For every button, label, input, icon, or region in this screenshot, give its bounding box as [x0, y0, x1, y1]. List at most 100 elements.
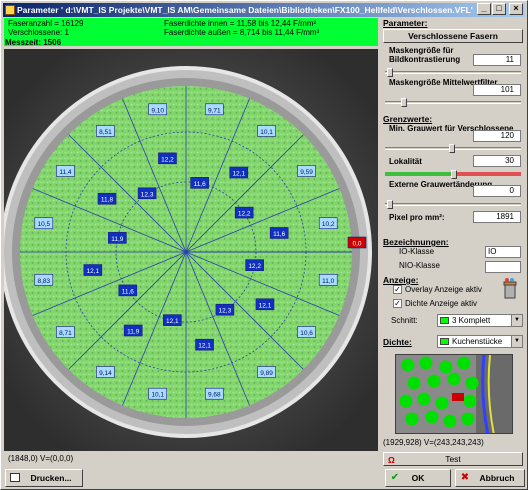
min-gray-input[interactable]: 120: [473, 130, 521, 142]
slider-thumb[interactable]: [387, 200, 393, 209]
density-label: 11,9: [108, 232, 127, 244]
density-label: 10,1: [148, 387, 168, 400]
svg-text:8,71: 8,71: [59, 330, 72, 337]
preview-fiber: [463, 394, 477, 408]
color-swatch: [440, 317, 449, 324]
svg-text:12,2: 12,2: [248, 263, 261, 270]
density-checkbox[interactable]: ✓: [393, 299, 402, 308]
locality-input[interactable]: 30: [473, 155, 521, 167]
cut-label: Schnitt:: [391, 316, 418, 325]
ok-button[interactable]: ✔ OK: [385, 469, 451, 487]
limits-title: Grenzwerte:: [383, 114, 433, 124]
maximize-button[interactable]: □: [492, 3, 506, 15]
density-select[interactable]: Kuchenstücke ▼: [437, 335, 523, 348]
tab-verschlossene-fasern[interactable]: Verschlossene Fasern: [383, 29, 523, 43]
horseshoe-icon: Ω: [388, 455, 395, 465]
slider-thumb[interactable]: [451, 170, 457, 179]
svg-text:9,59: 9,59: [300, 169, 313, 176]
pixel-per-mm-input[interactable]: 1891: [473, 211, 521, 223]
preview-fiber: [399, 394, 413, 408]
density-label: 12,1: [255, 298, 275, 311]
density-outer: Faserdichte außen = 8,714 bis 11,44 F/mm…: [164, 28, 320, 37]
chevron-down-icon[interactable]: ▼: [511, 315, 522, 326]
nio-class-input[interactable]: [485, 261, 521, 273]
cut-select-value: 3 Komplett: [452, 316, 491, 325]
cancel-button[interactable]: ✖ Abbruch: [455, 469, 525, 487]
svg-text:8,83: 8,83: [37, 278, 50, 285]
preview-fiber: [461, 412, 475, 426]
svg-text:11,6: 11,6: [273, 231, 286, 238]
preview-fiber: [427, 374, 441, 388]
test-button[interactable]: Ω Test: [383, 452, 523, 466]
measurement-time: Messzeit: 1506: [5, 38, 62, 47]
locality-label: Lokalität: [389, 157, 422, 166]
density-label: 11,6: [118, 284, 138, 297]
fiber-image-view[interactable]: 9,71 10,1 9,10 9,59 8,51 10,2 11,4 11,0 10,5 10,6…: [4, 49, 378, 451]
density-label: 12,1: [163, 314, 182, 326]
svg-text:12,3: 12,3: [219, 308, 232, 315]
svg-text:11,0: 11,0: [322, 278, 335, 285]
svg-text:10,6: 10,6: [300, 330, 313, 337]
closed-count: Verschlossene: 1: [8, 28, 69, 37]
density-label: 12,1: [195, 338, 214, 351]
density-inner: Faserdichte innen = 11,58 bis 12,44 F/mm…: [164, 19, 317, 28]
density-label: 8,51: [96, 125, 115, 137]
svg-text:12,1: 12,1: [166, 318, 179, 325]
svg-text:8,51: 8,51: [99, 129, 112, 136]
print-button[interactable]: Drucken...: [5, 469, 83, 487]
svg-text:9,68: 9,68: [208, 392, 221, 399]
preview-fiber: [447, 372, 461, 386]
zoom-preview[interactable]: [395, 354, 513, 434]
slider-thumb[interactable]: [401, 98, 407, 107]
density-label: 12,1: [229, 166, 249, 179]
mask-contrast-input[interactable]: 11: [473, 54, 521, 66]
ok-button-label: OK: [411, 473, 425, 483]
print-button-label: Drucken...: [30, 473, 72, 483]
svg-text:11,6: 11,6: [194, 181, 207, 188]
display-title: Anzeige:: [383, 275, 419, 285]
locality-slider[interactable]: [385, 170, 521, 179]
mask-mean-input[interactable]: 101: [473, 84, 521, 96]
cut-select[interactable]: 3 Komplett ▼: [437, 314, 523, 327]
minimize-button[interactable]: _: [477, 3, 491, 15]
preview-coords: (1929,928) V=(243,243,243): [383, 438, 484, 447]
title-bar[interactable]: Parameter ' d:\VMT_IS Projekte\VMT_IS AM…: [3, 3, 525, 17]
overlay-checkbox[interactable]: ✓: [393, 285, 402, 294]
density-label: 9,89: [257, 366, 276, 378]
parameter-title: Parameter:: [383, 18, 428, 28]
slider-thumb[interactable]: [387, 68, 393, 77]
color-swatch: [440, 338, 449, 345]
test-button-label: Test: [445, 454, 461, 464]
svg-text:11,9: 11,9: [127, 328, 140, 335]
parameter-panel: Parameter: Verschlossene Fasern Maskengr…: [381, 18, 525, 466]
fiber-count: Faseranzahl = 16129: [8, 19, 84, 28]
preview-fiber: [465, 376, 479, 390]
trash-icon[interactable]: [501, 278, 519, 300]
svg-text:10,2: 10,2: [322, 221, 335, 228]
close-button[interactable]: ×: [509, 3, 523, 15]
density-label: 11,0: [318, 273, 338, 286]
density-label: 12,2: [234, 206, 254, 219]
slider-thumb[interactable]: [449, 144, 455, 153]
mask-contrast-slider[interactable]: [385, 68, 521, 77]
parameter-window: Parameter ' d:\VMT_IS Projekte\VMT_IS AM…: [0, 0, 528, 490]
svg-text:9,89: 9,89: [260, 370, 273, 377]
density-label: 11,9: [123, 324, 143, 337]
window-title: Parameter ' d:\VMT_IS Projekte\VMT_IS AM…: [17, 5, 473, 15]
min-gray-slider[interactable]: [385, 144, 521, 153]
mask-mean-slider[interactable]: [385, 98, 521, 107]
external-gray-slider[interactable]: [385, 200, 521, 209]
svg-text:12,1: 12,1: [259, 302, 272, 309]
io-class-input[interactable]: IO: [485, 246, 521, 258]
svg-text:11,9: 11,9: [111, 236, 124, 243]
svg-text:11,4: 11,4: [59, 169, 72, 176]
density-label: 12,2: [158, 152, 177, 165]
svg-text:10,5: 10,5: [37, 221, 50, 228]
preview-fiber: [457, 356, 471, 370]
fiber-image: 9,71 10,1 9,10 9,59 8,51 10,2 11,4 11,0 10,5 10,6…: [4, 49, 378, 451]
preview-fiber: [439, 360, 453, 374]
external-gray-input[interactable]: 0: [473, 185, 521, 197]
density-select-value: Kuchenstücke: [452, 337, 503, 346]
chevron-down-icon[interactable]: ▼: [511, 336, 522, 347]
svg-text:11,6: 11,6: [122, 288, 135, 295]
